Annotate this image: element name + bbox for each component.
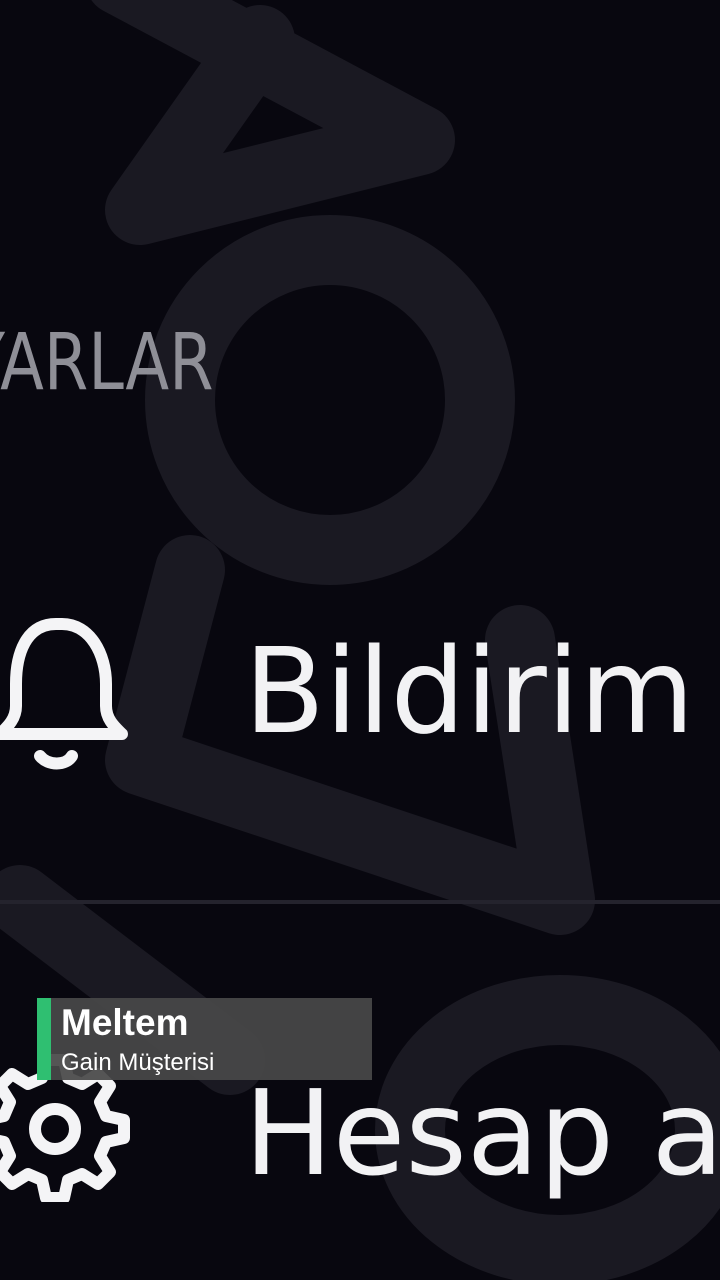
- notification-settings-item[interactable]: Bildirim a: [0, 600, 720, 800]
- notification-settings-label: Bildirim a: [244, 622, 720, 760]
- account-settings-label: Hesap a: [244, 1064, 720, 1202]
- caption-accent-bar: [37, 998, 51, 1080]
- settings-screen: YARLAR Bildirim a Hesap a Meltem Gain Mü…: [0, 0, 720, 1280]
- divider: [0, 900, 720, 904]
- speaker-name: Meltem: [61, 1002, 189, 1043]
- speaker-role: Gain Müşterisi: [61, 1049, 215, 1076]
- bell-icon: [0, 618, 128, 770]
- speaker-caption: Meltem Gain Müşterisi: [37, 998, 372, 1080]
- section-header: YARLAR: [0, 318, 214, 408]
